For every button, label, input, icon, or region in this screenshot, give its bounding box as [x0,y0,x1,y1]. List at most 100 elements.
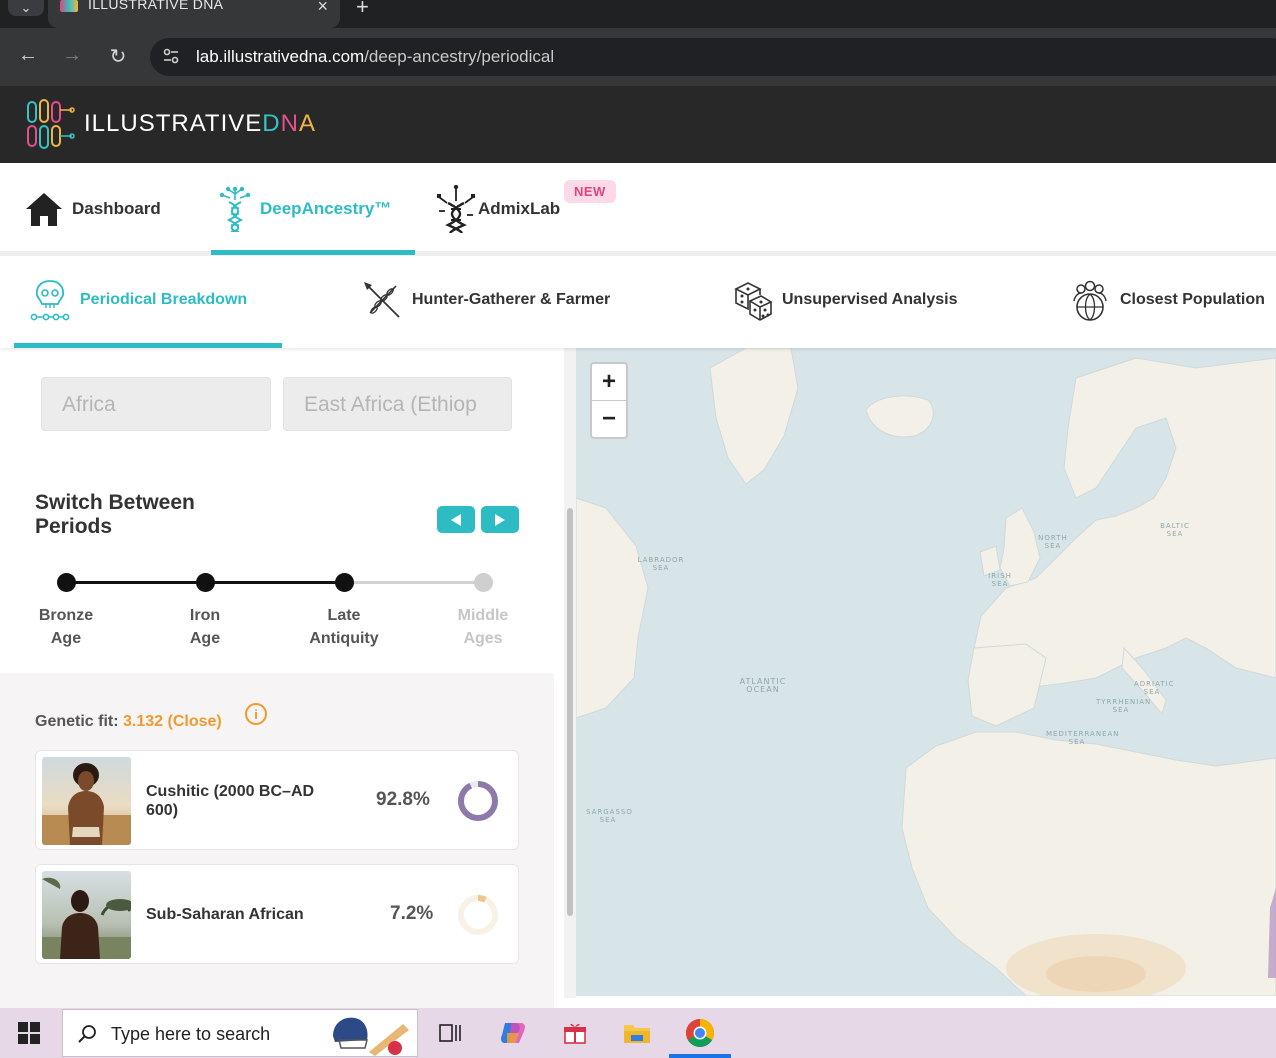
new-tab-plus-icon[interactable]: + [356,0,369,20]
tab-periodical-label: Periodical Breakdown [80,291,248,308]
logo-text-d: D [262,110,281,137]
chrome-active-indicator [669,1054,731,1058]
logo-text-a: A [298,110,316,137]
site-info-icon[interactable] [162,47,182,67]
map-label-north-sea: NORTH SEA [1038,534,1068,550]
map-label-baltic-sea: BALTIC SEA [1160,522,1190,538]
map-label-sargasso-sea: SARGASSO SEA [586,808,633,824]
back-arrow-icon[interactable]: ← [16,44,40,67]
main-nav: Dashboard DeepAncestry™ AdmixLab NEW [0,163,1276,256]
gift-app-icon[interactable] [560,1018,590,1048]
tab-closest-population[interactable]: Closest Population [1070,278,1265,322]
nav-active-underline [211,250,415,255]
period-label-line: Bronze [38,607,94,624]
illustrativedna-logo-icon[interactable] [24,98,76,150]
timeline-dot-iron-age[interactable] [196,573,215,592]
analysis-sub-nav: Periodical Breakdown Hunter-Gatherer & F… [0,256,1276,348]
dna-network-icon [437,185,475,233]
triangle-right-icon [495,513,505,526]
cricket-helmet-bat-icon [333,1017,409,1056]
info-icon[interactable]: i [245,703,267,725]
new-badge: NEW [564,180,616,203]
cushitic-share-donut [458,781,498,821]
tab-hunter-label: Hunter-Gatherer & Farmer [412,291,611,308]
file-explorer-icon[interactable] [622,1018,652,1048]
switch-periods-title: Switch Between Periods [35,491,195,538]
copilot-icon[interactable] [498,1018,528,1048]
address-bar[interactable]: lab.illustrativedna.com/deep-ancestry/pe… [150,38,1276,76]
url-host: lab.illustrativedna.com [196,47,365,66]
period-label-late-antiquity[interactable]: Late Antiquity [294,604,394,650]
logo-text-prefix: ILLUSTRATIVE [84,110,263,137]
period-label-line: Antiquity [309,630,379,647]
sub-saharan-share-donut [458,895,498,935]
map-zoom-control: + − [590,362,628,439]
period-label-iron-age[interactable]: Iron Age [155,604,255,650]
url-path: /deep-ancestry/periodical [364,47,555,66]
period-label-line: Ages [463,630,503,647]
period-label-bronze-age[interactable]: Bronze Age [16,604,116,650]
ancestry-card-sub-saharan[interactable]: Sub-Saharan African 7.2% [35,864,519,964]
taskbar-search-placeholder: Type here to search [111,1024,271,1044]
tab-hunter-gatherer-farmer[interactable]: Hunter-Gatherer & Farmer [362,278,610,322]
tab-periodical-breakdown[interactable]: Periodical Breakdown [30,278,247,322]
windows-start-icon[interactable] [18,1022,40,1044]
period-label-line: Late [327,607,361,624]
timeline-dot-late-antiquity[interactable] [335,573,354,592]
tab-unsupervised-label: Unsupervised Analysis [782,291,958,308]
browser-toolbar: ← → ↻ lab.illustrativedna.com/deep-ances… [0,28,1276,86]
nav-dashboard-label: Dashboard [72,199,161,218]
map-label-tyrrhenian-sea: TYRRHENIAN SEA [1096,698,1152,714]
map-label-labrador-sea: LABRADOR SEA [637,556,685,572]
chrome-icon[interactable] [685,1018,715,1048]
taskbar-search-box[interactable]: Type here to search [62,1009,418,1057]
cushitic-portrait-image [42,757,131,845]
ancestry-map[interactable]: + − LABRADOR SEA ATLANTIC OCEAN NORTH SE… [576,348,1276,996]
tab-close-icon[interactable]: × [317,0,328,17]
map-label-mediterranean-sea: MEDITERRANEAN SEA [1046,730,1120,746]
site-header: ILLUSTRATIVEDNA [0,86,1276,163]
spear-wheat-icon [364,282,400,318]
timeline-dot-bronze-age[interactable] [57,573,76,592]
tab-title: ILLUSTRATIVE DNA [88,0,224,12]
subregion-select[interactable]: East Africa (Ethiop [283,377,512,431]
genetic-fit-label: Genetic fit: [35,713,119,730]
dice-icon [734,282,772,321]
left-panel-scrollbar-thumb[interactable] [567,508,573,916]
tab-search-chevron-icon[interactable]: ⌄ [8,0,44,16]
nav-deepancestry-label: DeepAncestry™ [260,199,392,218]
timeline-dot-middle-ages[interactable] [474,573,493,592]
task-view-icon[interactable] [436,1018,466,1048]
reload-icon[interactable]: ↻ [106,44,130,69]
sub-tab-active-underline [14,343,282,348]
skull-timeline-icon [30,280,70,321]
nav-deepancestry[interactable]: DeepAncestry™ [218,183,391,235]
forward-arrow-icon[interactable]: → [60,44,84,67]
previous-period-button[interactable] [437,506,475,533]
ancestry-name: Cushitic (2000 BC–AD 600) [146,783,315,819]
nav-dashboard[interactable]: Dashboard [24,183,161,235]
genetic-fit-value: 3.132 (Close) [123,713,222,730]
genetic-fit-line: Genetic fit: 3.132 (Close) [35,713,222,731]
tab-unsupervised-analysis[interactable]: Unsupervised Analysis [732,278,957,322]
triangle-left-icon [451,513,461,526]
period-label-line: Middle [457,607,509,624]
period-label-line: Iron [189,607,221,624]
people-globe-icon [1073,280,1107,321]
logo-text-n: N [280,110,299,137]
browser-tab[interactable]: ILLUSTRATIVE DNA × [48,0,340,28]
ancestry-card-cushitic[interactable]: Cushitic (2000 BC–AD 600) 92.8% [35,750,519,850]
windows-taskbar: Type here to search [0,1008,1276,1058]
timeline-inactive-line [344,581,483,584]
site-favicon-icon [60,0,78,12]
nav-admixlab[interactable]: AdmixLab [437,183,560,235]
zoom-out-button[interactable]: − [592,401,626,437]
site-logo-text[interactable]: ILLUSTRATIVEDNA [84,110,316,138]
map-label-atlantic-ocean: ATLANTIC OCEAN [739,677,787,694]
period-controls-panel: Africa East Africa (Ethiop Switch Betwee… [0,348,554,673]
next-period-button[interactable] [481,506,519,533]
period-label-middle-ages[interactable]: Middle Ages [433,604,533,650]
region-select[interactable]: Africa [41,377,271,431]
nav-admixlab-label: AdmixLab [478,199,561,218]
zoom-in-button[interactable]: + [592,364,626,400]
